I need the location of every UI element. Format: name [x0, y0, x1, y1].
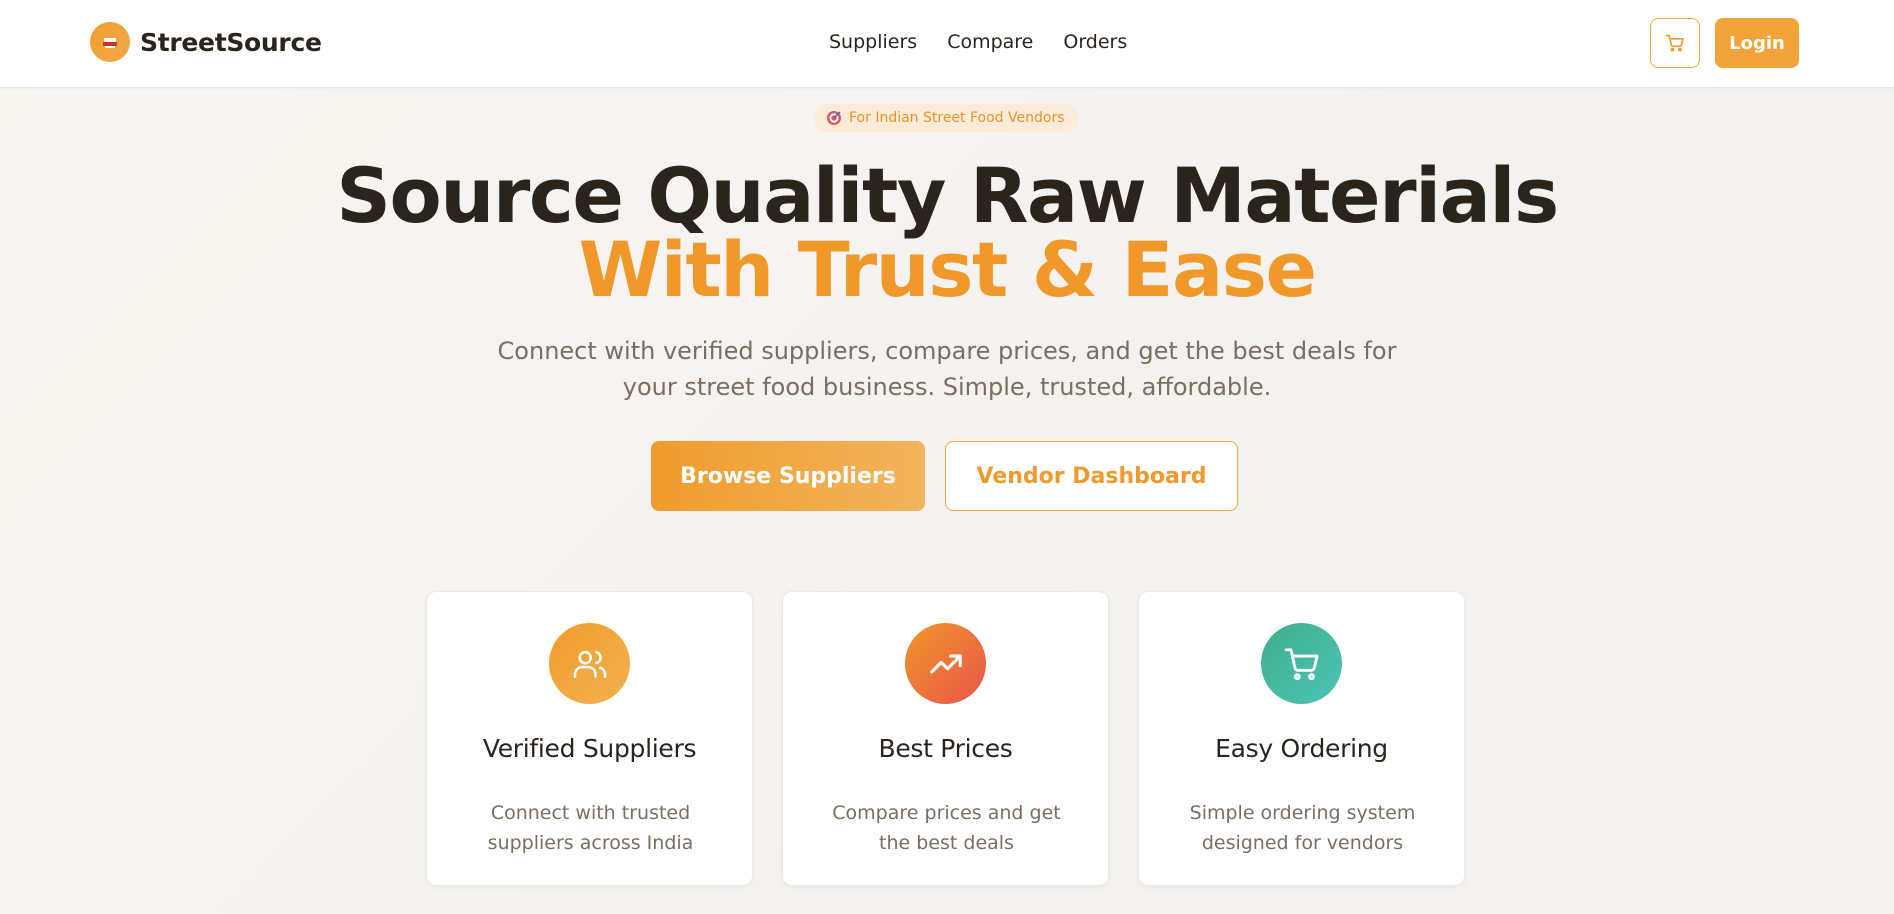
cart-button[interactable] — [1650, 18, 1700, 68]
feature-title: Best Prices — [878, 734, 1013, 763]
hero-title-line2: With Trust & Ease — [578, 225, 1317, 314]
feature-description: Connect with trusted suppliers across In… — [487, 802, 694, 854]
hero-title-line1: Source Quality Raw Materials — [336, 151, 1559, 240]
nav-compare[interactable]: Compare — [947, 31, 1033, 53]
login-button[interactable]: Login — [1715, 18, 1799, 68]
audience-tag: For Indian Street Food Vendors — [814, 104, 1079, 132]
browse-suppliers-button[interactable]: Browse Suppliers — [651, 441, 925, 511]
nav-orders[interactable]: Orders — [1063, 31, 1127, 53]
feature-card-verified-suppliers: Verified Suppliers Connect with trusted … — [426, 591, 753, 886]
food-stall-icon — [90, 22, 130, 62]
brand-name: StreetSource — [140, 27, 322, 57]
users-icon — [549, 623, 630, 704]
top-navbar: StreetSource Suppliers Compare Orders Lo… — [0, 0, 1894, 88]
trending-up-icon — [905, 623, 986, 704]
target-icon — [827, 111, 841, 125]
audience-tag-text: For Indian Street Food Vendors — [849, 110, 1065, 126]
feature-description: Compare prices and get the best deals — [832, 802, 1061, 854]
cart-icon — [1665, 34, 1684, 52]
feature-title: Verified Suppliers — [482, 734, 697, 763]
feature-title: Easy Ordering — [1215, 734, 1388, 763]
feature-card-best-prices: Best Prices Compare prices and get the b… — [782, 591, 1109, 886]
nav-suppliers[interactable]: Suppliers — [829, 31, 917, 53]
feature-description: Simple ordering system designed for vend… — [1189, 802, 1416, 854]
vendor-dashboard-button[interactable]: Vendor Dashboard — [945, 441, 1238, 511]
feature-card-easy-ordering: Easy Ordering Simple ordering system des… — [1138, 591, 1465, 886]
cart-icon — [1261, 623, 1342, 704]
main-nav: Suppliers Compare Orders — [829, 31, 1157, 53]
brand[interactable]: StreetSource — [90, 22, 322, 62]
hero-description: Connect with verified suppliers, compare… — [497, 337, 1397, 401]
